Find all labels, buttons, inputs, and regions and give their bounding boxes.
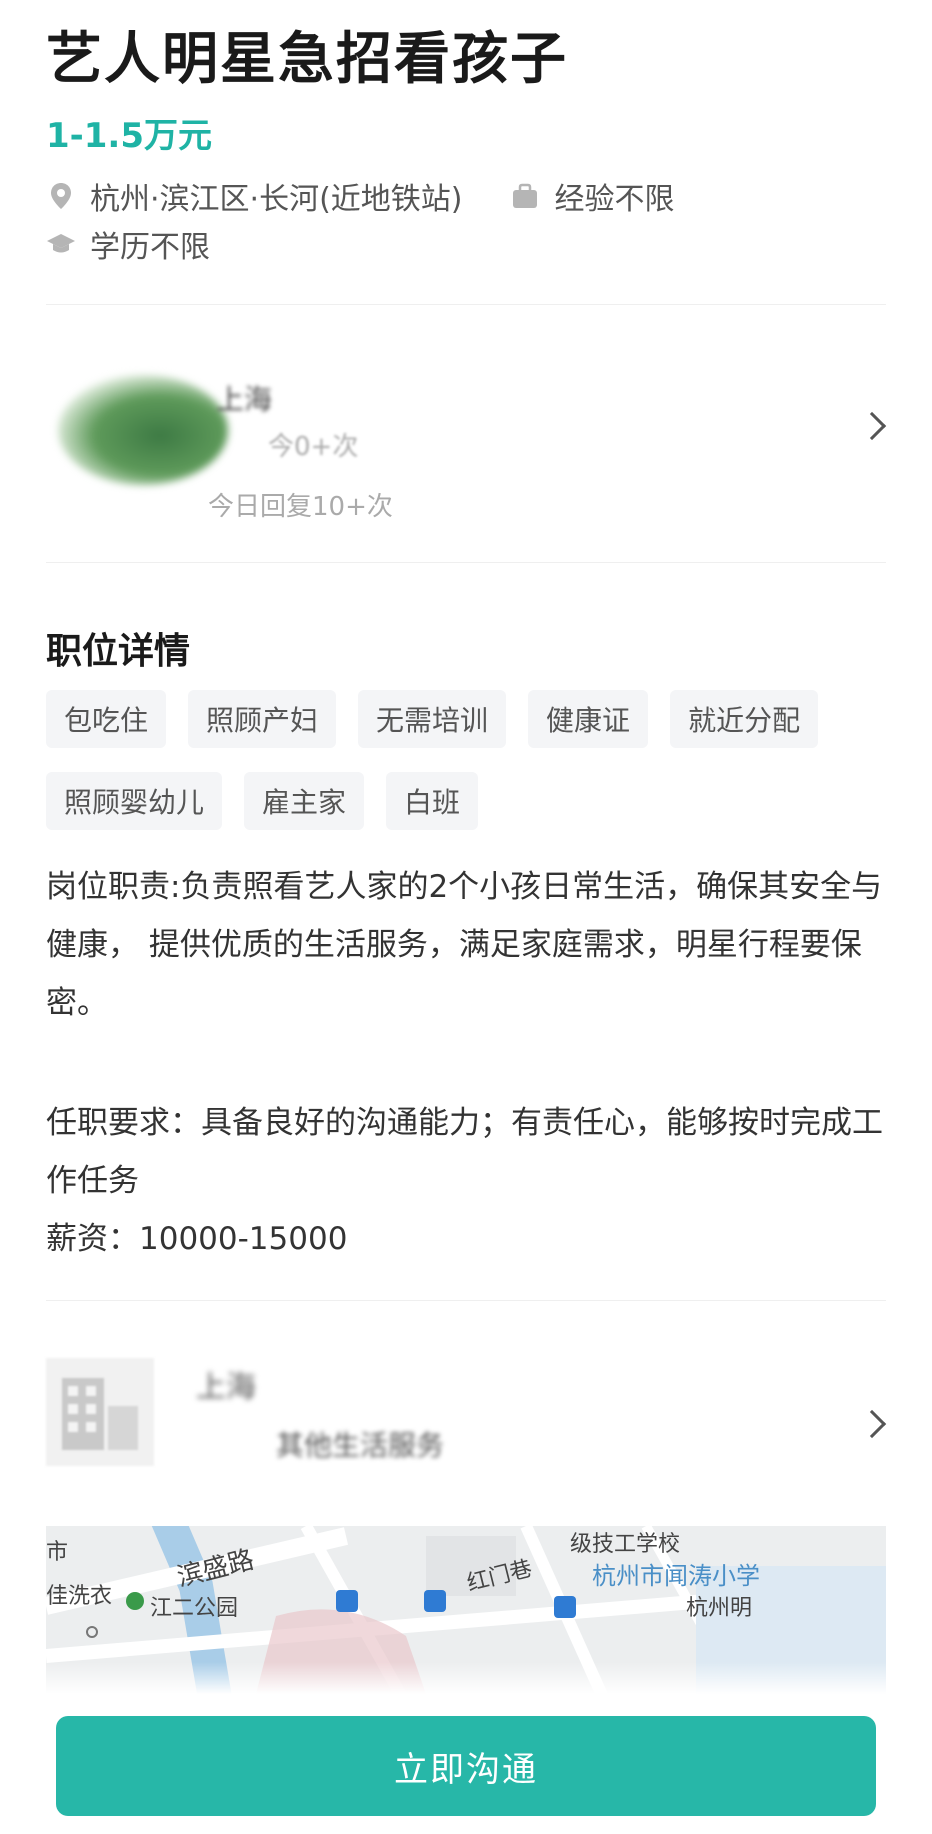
tag: 雇主家	[244, 772, 365, 830]
tag: 就近分配	[670, 690, 819, 748]
recruiter-avatar	[58, 375, 228, 485]
recruiter-reply-count: 今日回复10+次	[208, 492, 393, 522]
tag-list: 照顾婴幼儿 雇主家 白班	[46, 772, 886, 830]
job-meta-row: 杭州·滨江区·长河(近地铁站) 经验不限	[46, 174, 674, 218]
job-pay: 薪资：10000-15000	[46, 1221, 348, 1257]
experience-info: 经验不限	[510, 174, 674, 218]
location-pin-icon	[51, 183, 71, 209]
experience-text: 经验不限	[554, 182, 675, 217]
tag: 健康证	[528, 690, 649, 748]
map-label: 杭州市闻涛小学	[592, 1562, 760, 1590]
job-duty: 岗位职责:负责照看艺人家的2个小孩日常生活，确保其安全与健康， 提供优质的生活服…	[46, 869, 883, 1021]
bus-stop-icon	[424, 1590, 446, 1612]
map-label: 级技工学校	[570, 1532, 681, 1557]
location-map[interactable]: 市 佳洗衣 滨盛路 江二公园 红门巷 级技工学校 杭州市闻涛小学 杭州明	[46, 1526, 886, 1694]
job-title: 艺人明星急招看孩子	[46, 27, 568, 92]
company-industry: 其他生活服务	[276, 1429, 445, 1462]
bus-stop-icon	[336, 1590, 358, 1612]
poi-marker-icon	[86, 1626, 98, 1638]
chevron-right-icon	[857, 1409, 887, 1439]
chat-now-button[interactable]: 立即沟通	[56, 1716, 876, 1816]
building-icon	[62, 1378, 138, 1450]
map-label: 江二公园	[150, 1596, 239, 1621]
location-info: 杭州·滨江区·长河(近地铁站)	[46, 174, 462, 218]
tag: 无需培训	[358, 690, 507, 748]
job-requirement: 任职要求：具备良好的沟通能力；有责任心，能够按时完成工作任务	[46, 1105, 883, 1199]
education-text: 学历不限	[90, 230, 210, 265]
divider	[46, 1300, 886, 1301]
education-info: 学历不限	[46, 222, 210, 266]
map-label: 市	[46, 1540, 69, 1565]
tag: 白班	[386, 772, 479, 830]
divider	[46, 562, 886, 563]
map-label: 杭州明	[686, 1596, 753, 1621]
bus-stop-icon	[554, 1596, 576, 1618]
company-card[interactable]: 上海 其他生活服务	[46, 1352, 887, 1492]
section-title: 职位详情	[46, 631, 191, 672]
chevron-right-icon	[857, 411, 887, 441]
map-fade	[46, 1662, 886, 1694]
divider	[46, 304, 886, 305]
education-row: 学历不限	[46, 222, 210, 266]
tag-list: 包吃住 照顾产妇 无需培训 健康证 就近分配	[46, 690, 886, 748]
briefcase-icon	[513, 183, 538, 208]
recruiter-name: 上海	[216, 383, 273, 416]
company-logo	[46, 1358, 154, 1466]
graduation-cap-icon	[47, 234, 75, 253]
location-text: 杭州·滨江区·长河(近地铁站)	[90, 182, 463, 217]
company-name: 上海	[196, 1370, 256, 1405]
salary-range: 1-1.5万元	[46, 116, 212, 156]
recruiter-activity: 今0+次	[268, 432, 359, 462]
tag: 照顾婴幼儿	[46, 772, 223, 830]
map-label: 佳洗衣	[46, 1584, 113, 1609]
recruiter-card[interactable]: 上海 今0+次 今日回复10+次	[46, 330, 887, 522]
tag: 照顾产妇	[188, 690, 337, 748]
tag: 包吃住	[46, 690, 167, 748]
park-icon	[126, 1592, 144, 1610]
